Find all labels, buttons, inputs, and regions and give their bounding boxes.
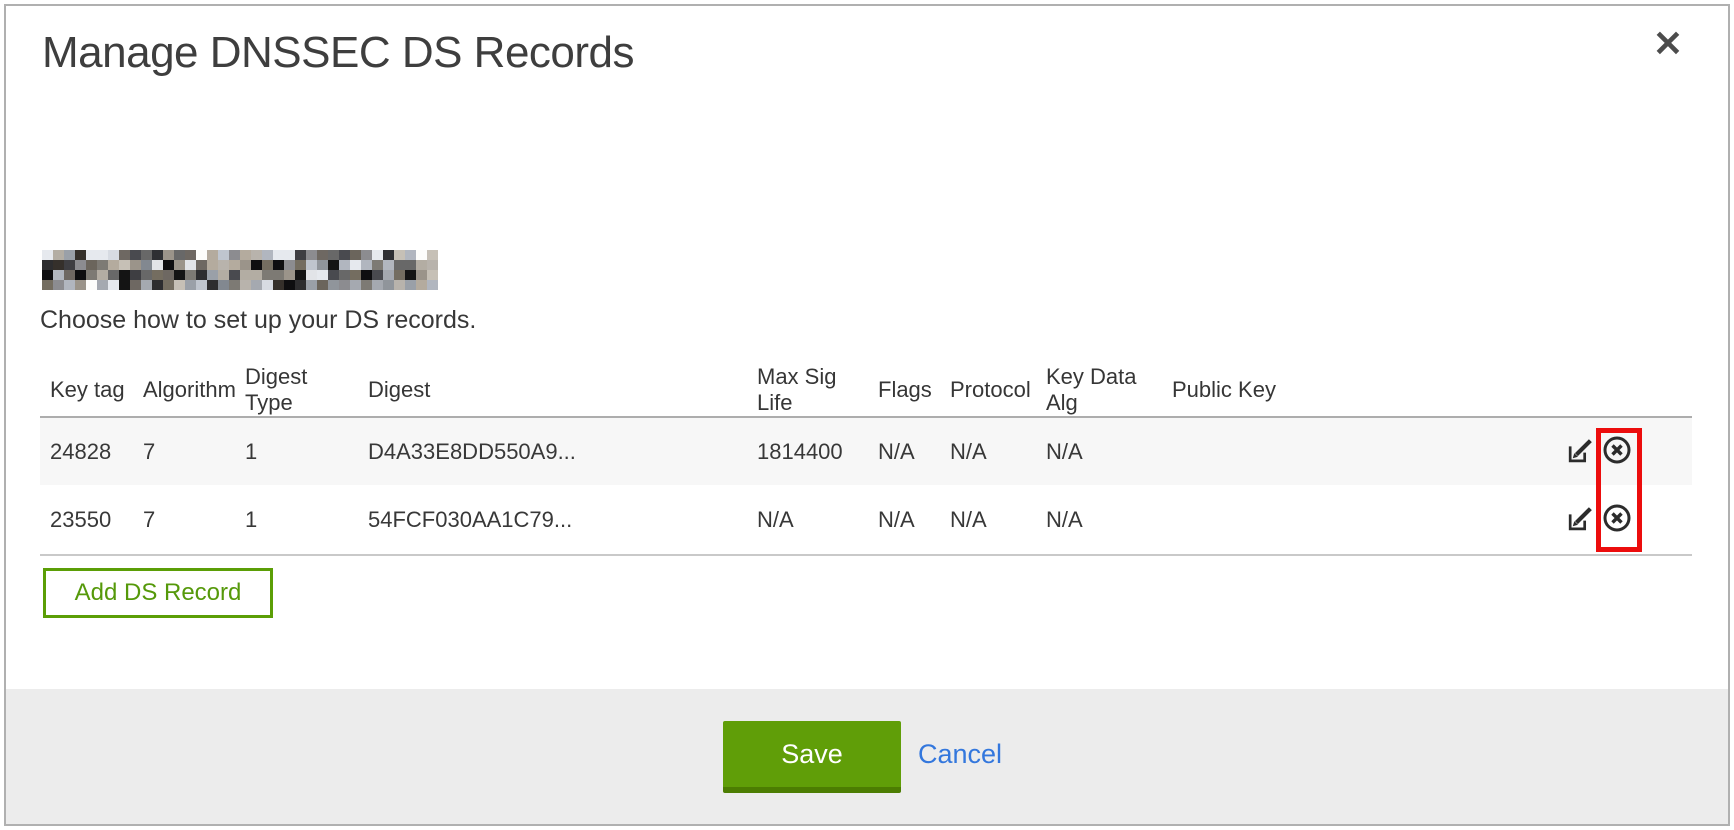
instruction-text: Choose how to set up your DS records. (40, 306, 476, 335)
close-icon: ✕ (1653, 23, 1683, 64)
ds-records-table: Key tagAlgorithmDigest TypeDigestMax Sig… (40, 364, 1692, 556)
column-header: Key tag (40, 364, 133, 417)
screenshot-frame: Manage DNSSEC DS Records ✕ Choose how to… (0, 0, 1734, 830)
table-cell: 1 (235, 417, 358, 485)
table-cell: 23550 (40, 485, 133, 555)
edit-record-button[interactable] (1564, 437, 1594, 467)
table-cell: N/A (940, 485, 1036, 555)
table-cell: N/A (1036, 485, 1162, 555)
column-header: Public Key (1162, 364, 1502, 417)
column-header: Flags (868, 364, 940, 417)
modal-footer: Save Cancel (6, 689, 1728, 824)
save-button[interactable]: Save (723, 721, 901, 793)
add-ds-record-button[interactable]: Add DS Record (43, 568, 273, 618)
circle-x-delete-icon (1602, 435, 1632, 468)
close-button[interactable]: ✕ (1644, 20, 1692, 68)
table-cell: N/A (868, 417, 940, 485)
edit-pencil-icon (1565, 436, 1594, 468)
circle-x-delete-icon (1602, 503, 1632, 536)
table-cell: 54FCF030AA1C79... (358, 485, 747, 555)
table-body: 2482871D4A33E8DD550A9...1814400N/AN/AN/A… (40, 417, 1692, 555)
column-header: Key Data Alg (1036, 364, 1162, 417)
table-cell (1162, 485, 1502, 555)
table-cell: N/A (747, 485, 868, 555)
column-header: Algorithm (133, 364, 235, 417)
cancel-link[interactable]: Cancel (918, 739, 1002, 770)
table-cell: D4A33E8DD550A9... (358, 417, 747, 485)
table-header-row: Key tagAlgorithmDigest TypeDigestMax Sig… (40, 364, 1692, 417)
page-title: Manage DNSSEC DS Records (42, 28, 634, 78)
table-cell: 7 (133, 417, 235, 485)
table-cell: N/A (868, 485, 940, 555)
row-actions-cell (1502, 485, 1692, 555)
edit-pencil-icon (1565, 504, 1594, 536)
table-cell: N/A (1036, 417, 1162, 485)
table-cell (1162, 417, 1502, 485)
delete-record-button[interactable] (1602, 505, 1632, 535)
column-header: Protocol (940, 364, 1036, 417)
row-actions-cell (1502, 417, 1692, 485)
column-header-actions (1502, 364, 1692, 417)
redacted-domain-name (42, 250, 438, 290)
edit-record-button[interactable] (1564, 505, 1594, 535)
manage-dnssec-modal: Manage DNSSEC DS Records ✕ Choose how to… (4, 4, 1730, 826)
table-cell: 1814400 (747, 417, 868, 485)
table-cell: N/A (940, 417, 1036, 485)
table-cell: 24828 (40, 417, 133, 485)
ds-record-row: 235507154FCF030AA1C79...N/AN/AN/AN/A (40, 485, 1692, 555)
column-header: Max Sig Life (747, 364, 868, 417)
column-header: Digest (358, 364, 747, 417)
table-cell: 7 (133, 485, 235, 555)
table-cell: 1 (235, 485, 358, 555)
ds-record-row: 2482871D4A33E8DD550A9...1814400N/AN/AN/A (40, 417, 1692, 485)
delete-record-button[interactable] (1602, 437, 1632, 467)
column-header: Digest Type (235, 364, 358, 417)
